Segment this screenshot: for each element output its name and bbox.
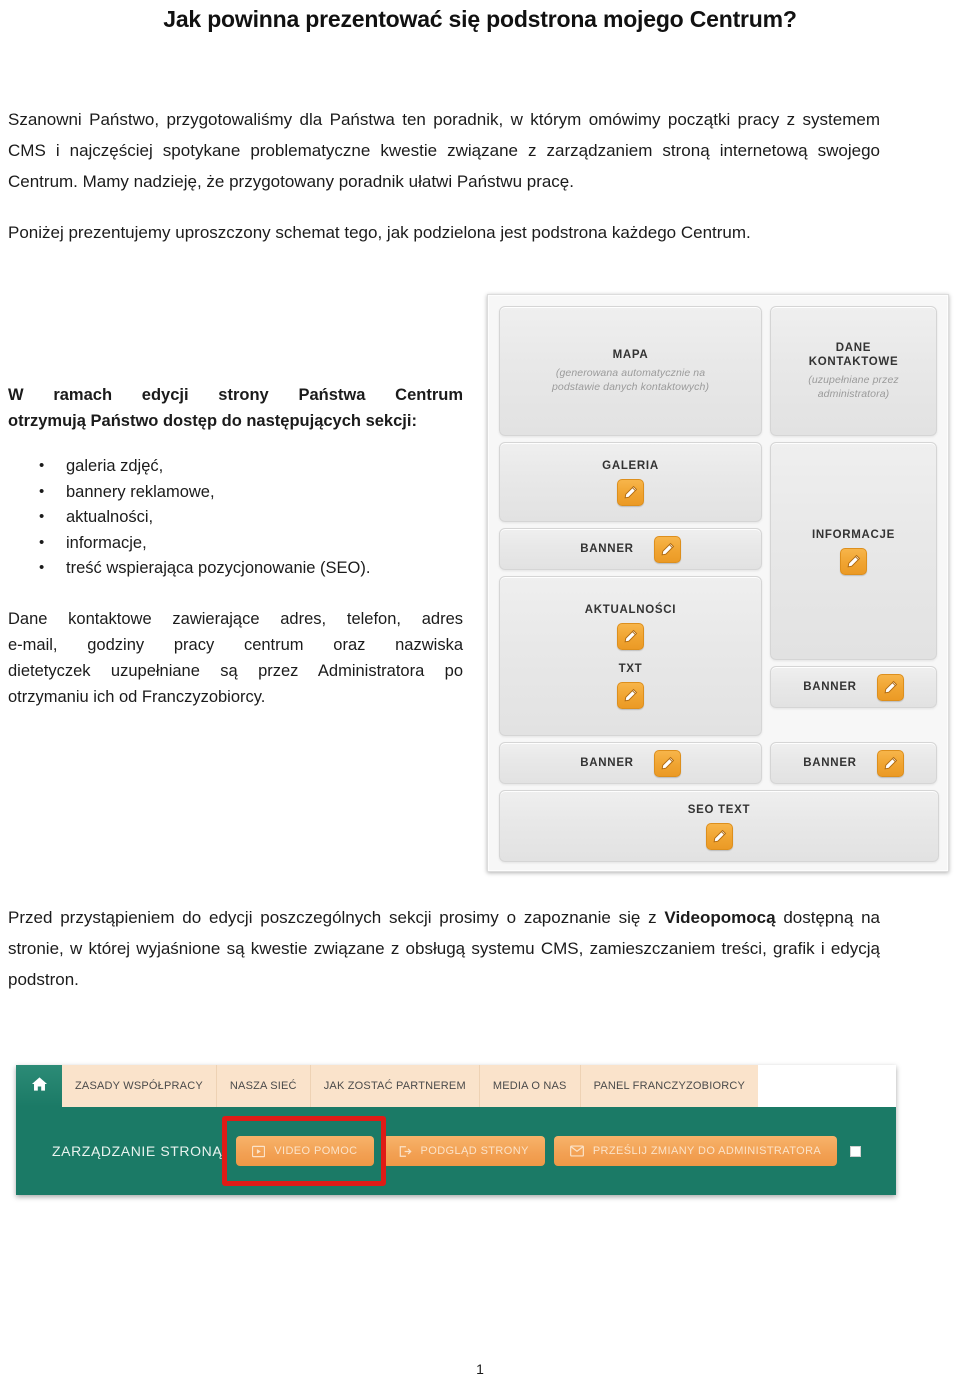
preview-page-button[interactable]: PODGLĄD STRONY: [382, 1136, 545, 1166]
home-icon: [31, 1076, 48, 1097]
diagram-cell-title: GALERIA: [602, 459, 659, 472]
diagram-cell-title-line-1: DANE: [835, 342, 872, 354]
nav-tabs: ZASADY WSPÓŁPRACY NASZA SIEĆ JAK ZOSTAĆ …: [62, 1065, 759, 1107]
diagram-right-column: DANE KONTAKTOWE (uzupełniane przez admin…: [770, 306, 937, 860]
pencil-edit-icon[interactable]: [617, 623, 644, 650]
page-number: 1: [476, 1361, 484, 1377]
nav-filler: [758, 1065, 896, 1107]
pencil-edit-icon[interactable]: [617, 478, 644, 506]
diagram-cell-title: BANNER: [580, 543, 634, 555]
home-tab[interactable]: [16, 1065, 62, 1107]
diagram-cell-banner-left-2: BANNER: [499, 742, 762, 784]
pencil-edit-icon[interactable]: [705, 822, 733, 850]
pencil-edit-icon[interactable]: [876, 673, 904, 701]
diagram-cell-dane-kontaktowe: DANE KONTAKTOWE (uzupełniane przez admin…: [770, 306, 937, 436]
diagram-cell-title-line-2: KONTAKTOWE: [808, 356, 899, 368]
diagram-cell-banner-right-1: BANNER: [770, 666, 937, 708]
admin-note-paragraph: Dane kontaktowe zawierające adres, telef…: [8, 606, 463, 710]
extra-toggle-square[interactable]: [850, 1145, 862, 1157]
diagram-cell-banner-right-2: BANNER: [770, 742, 937, 784]
video-help-highlight-wrapper: VIDEO POMOC: [222, 1116, 386, 1186]
closing-paragraph: Przed przystąpieniem do edycji poszczegó…: [8, 902, 880, 995]
diagram-cell-aktualnosci: AKTUALNOŚCI TXT: [499, 576, 762, 736]
diagram-cell-galeria: GALERIA: [499, 442, 762, 522]
diagram-cell-banner-left-1: BANNER: [499, 528, 762, 570]
sections-lead-line-1: W ramach edycji strony Państwa Centrum: [8, 386, 463, 404]
video-help-button-label: VIDEO POMOC: [274, 1145, 358, 1157]
external-link-icon: [399, 1145, 412, 1158]
diagram-cell-title: INFORMACJE: [811, 528, 896, 541]
send-changes-button-label: PRZEŚLIJ ZMIANY DO ADMINISTRATORA: [592, 1145, 822, 1157]
admin-note-line-2: e-mail, godziny pracy centrum oraz nazwi…: [8, 635, 463, 654]
admin-note-line-3: dietetyczek uzupełniane są przez Adminis…: [8, 661, 463, 680]
sections-list: galeria zdjęć, bannery reklamowe, aktual…: [8, 453, 463, 582]
send-changes-button[interactable]: PRZEŚLIJ ZMIANY DO ADMINISTRATORA: [553, 1136, 838, 1166]
cms-action-bar: ZARZĄDZANIE STRONĄ VIDEO POMOC PODGLĄD S…: [16, 1107, 896, 1195]
list-item: galeria zdjęć,: [39, 453, 463, 480]
diagram-cell-mapa: MAPA (generowana automatycznie na podsta…: [499, 306, 762, 436]
list-item: treść wspierająca pozycjonowanie (SEO).: [39, 555, 463, 582]
diagram-cell-note: (uzupełniane przez administratora): [808, 374, 899, 400]
diagram-cell-title: SEO TEXT: [687, 803, 751, 816]
diagram-cell-informacje: INFORMACJE: [770, 442, 937, 660]
cms-screenshot: ZASADY WSPÓŁPRACY NASZA SIEĆ JAK ZOSTAĆ …: [16, 1065, 896, 1195]
diagram-cell-title-txt: TXT: [618, 663, 643, 675]
diagram-cell-title: MAPA: [612, 349, 649, 361]
page-title: Jak powinna prezentować się podstrona mo…: [163, 6, 797, 32]
nav-tab-panel-franczyzobiorcy[interactable]: PANEL FRANCZYZOBIORCY: [581, 1065, 759, 1107]
list-item: aktualności,: [39, 504, 463, 531]
closing-text-part-1: Przed przystąpieniem do edycji poszczegó…: [8, 908, 665, 927]
pencil-edit-icon[interactable]: [840, 547, 867, 575]
diagram-left-column: MAPA (generowana automatycznie na podsta…: [499, 306, 762, 860]
list-item: bannery reklamowe,: [39, 479, 463, 506]
intro-paragraph-1: Szanowni Państwo, przygotowaliśmy dla Pa…: [8, 110, 880, 191]
intro-block: Szanowni Państwo, przygotowaliśmy dla Pa…: [8, 104, 880, 248]
envelope-icon: [569, 1145, 584, 1157]
pencil-edit-icon[interactable]: [876, 749, 904, 777]
nav-tab-media-o-nas[interactable]: MEDIA O NAS: [480, 1065, 581, 1107]
pencil-edit-icon[interactable]: [617, 682, 644, 709]
intro-paragraph-2: Poniżej prezentujemy uproszczony schemat…: [8, 223, 751, 242]
pencil-edit-icon[interactable]: [653, 535, 681, 563]
video-icon: [252, 1145, 266, 1158]
diagram-cell-title: AKTUALNOŚCI: [584, 604, 677, 616]
pencil-edit-icon[interactable]: [653, 749, 681, 777]
diagram-cell-title: BANNER: [580, 757, 634, 769]
closing-bold-word: Videopomocą: [664, 908, 776, 927]
diagram-cell-title: BANNER: [803, 681, 857, 693]
nav-tab-zasady-wspolpracy[interactable]: ZASADY WSPÓŁPRACY: [62, 1065, 217, 1107]
left-text-column: W ramach edycji strony Państwa Centrum o…: [8, 382, 463, 710]
admin-note-line-1: Dane kontaktowe zawierające adres, telef…: [8, 609, 463, 628]
diagram-cell-note: (generowana automatycznie na podstawie d…: [551, 367, 710, 393]
diagram-cell-title: BANNER: [803, 757, 857, 769]
page-layout-diagram: MAPA (generowana automatycznie na podsta…: [487, 294, 949, 872]
sections-lead-line-2: otrzymują Państwo dostęp do następującyc…: [8, 412, 417, 430]
list-item: informacje,: [39, 530, 463, 557]
cms-top-navigation: ZASADY WSPÓŁPRACY NASZA SIEĆ JAK ZOSTAĆ …: [16, 1065, 896, 1107]
nav-tab-nasza-siec[interactable]: NASZA SIEĆ: [217, 1065, 311, 1107]
video-help-button[interactable]: VIDEO POMOC: [236, 1136, 374, 1166]
admin-note-line-4: otrzymaniu ich od Franczyzobiorcy.: [8, 687, 266, 706]
sections-lead: W ramach edycji strony Państwa Centrum o…: [8, 382, 463, 434]
diagram-cell-seo-text: SEO TEXT: [499, 790, 939, 862]
preview-page-button-label: PODGLĄD STRONY: [420, 1145, 529, 1157]
manage-page-label: ZARZĄDZANIE STRONĄ: [52, 1143, 223, 1159]
nav-tab-jak-zostac-partnerem[interactable]: JAK ZOSTAĆ PARTNEREM: [311, 1065, 480, 1107]
